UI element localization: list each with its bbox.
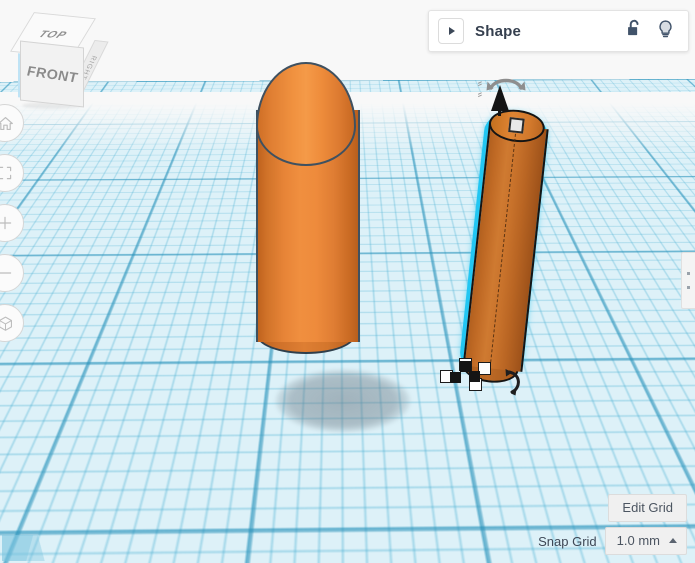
fit-view-button[interactable] xyxy=(0,154,24,192)
cube-icon xyxy=(0,315,14,332)
zoom-out-button[interactable] xyxy=(0,254,24,292)
cylinder-selected-body xyxy=(462,122,549,372)
fit-to-view-icon xyxy=(0,165,13,181)
rotate-handle-top-icon[interactable] xyxy=(486,72,526,94)
top-scale-handle[interactable] xyxy=(508,117,525,134)
snap-grid-value: 1.0 mm xyxy=(616,533,660,548)
view-orientation-cube[interactable]: RIGHT TOP FRONT xyxy=(4,6,109,110)
shape-cylinder-selected[interactable] xyxy=(438,106,549,396)
panel-dot-1 xyxy=(687,272,690,275)
panel-dot-2 xyxy=(687,286,690,289)
perspective-toggle-button[interactable] xyxy=(0,304,24,342)
edge-handle-left[interactable] xyxy=(450,372,461,383)
snap-grid-label: Snap Grid xyxy=(538,533,597,549)
cylinder-large-dome-top xyxy=(256,62,356,166)
view-cube-face-front[interactable]: FRONT xyxy=(20,40,84,108)
triangle-right-icon xyxy=(449,27,455,35)
viewport-3d[interactable]: ⸗ ⸗ RIGHT TOP FRONT Shape Edit Grid Snap… xyxy=(0,0,695,563)
minus-icon xyxy=(0,265,13,281)
caret-up-icon xyxy=(669,538,677,543)
home-icon xyxy=(0,115,14,132)
gizmo-ghost-marks: ⸗ ⸗ xyxy=(476,76,484,102)
view-cube-right-label: RIGHT xyxy=(78,55,98,81)
view-cube-top-label: TOP xyxy=(36,29,70,41)
edge-handle-right[interactable] xyxy=(469,371,480,382)
panel-expand-button[interactable] xyxy=(438,18,464,44)
edit-grid-button[interactable]: Edit Grid xyxy=(608,494,687,522)
view-tools-toolbar xyxy=(0,104,30,354)
panel-title: Shape xyxy=(475,22,522,40)
lightbulb-icon[interactable] xyxy=(657,19,674,44)
zoom-in-button[interactable] xyxy=(0,204,24,242)
collapsed-panel-tab[interactable] xyxy=(681,252,695,309)
panel-icon-group xyxy=(626,19,688,44)
snap-grid-row: Snap Grid 1.0 mm xyxy=(538,527,687,555)
snap-grid-select[interactable]: 1.0 mm xyxy=(604,527,687,555)
shape-cylinder-large[interactable] xyxy=(256,62,360,374)
view-cube-front-label: FRONT xyxy=(26,62,78,86)
unlocked-padlock-icon[interactable] xyxy=(626,19,643,43)
home-view-button[interactable] xyxy=(0,104,24,142)
rotate-handle-bottom-icon[interactable] xyxy=(503,368,527,396)
plus-icon xyxy=(0,215,13,231)
height-handle-stem xyxy=(498,109,501,116)
cylinder-large-shadow xyxy=(276,370,410,432)
shape-properties-panel[interactable]: Shape xyxy=(428,10,689,52)
